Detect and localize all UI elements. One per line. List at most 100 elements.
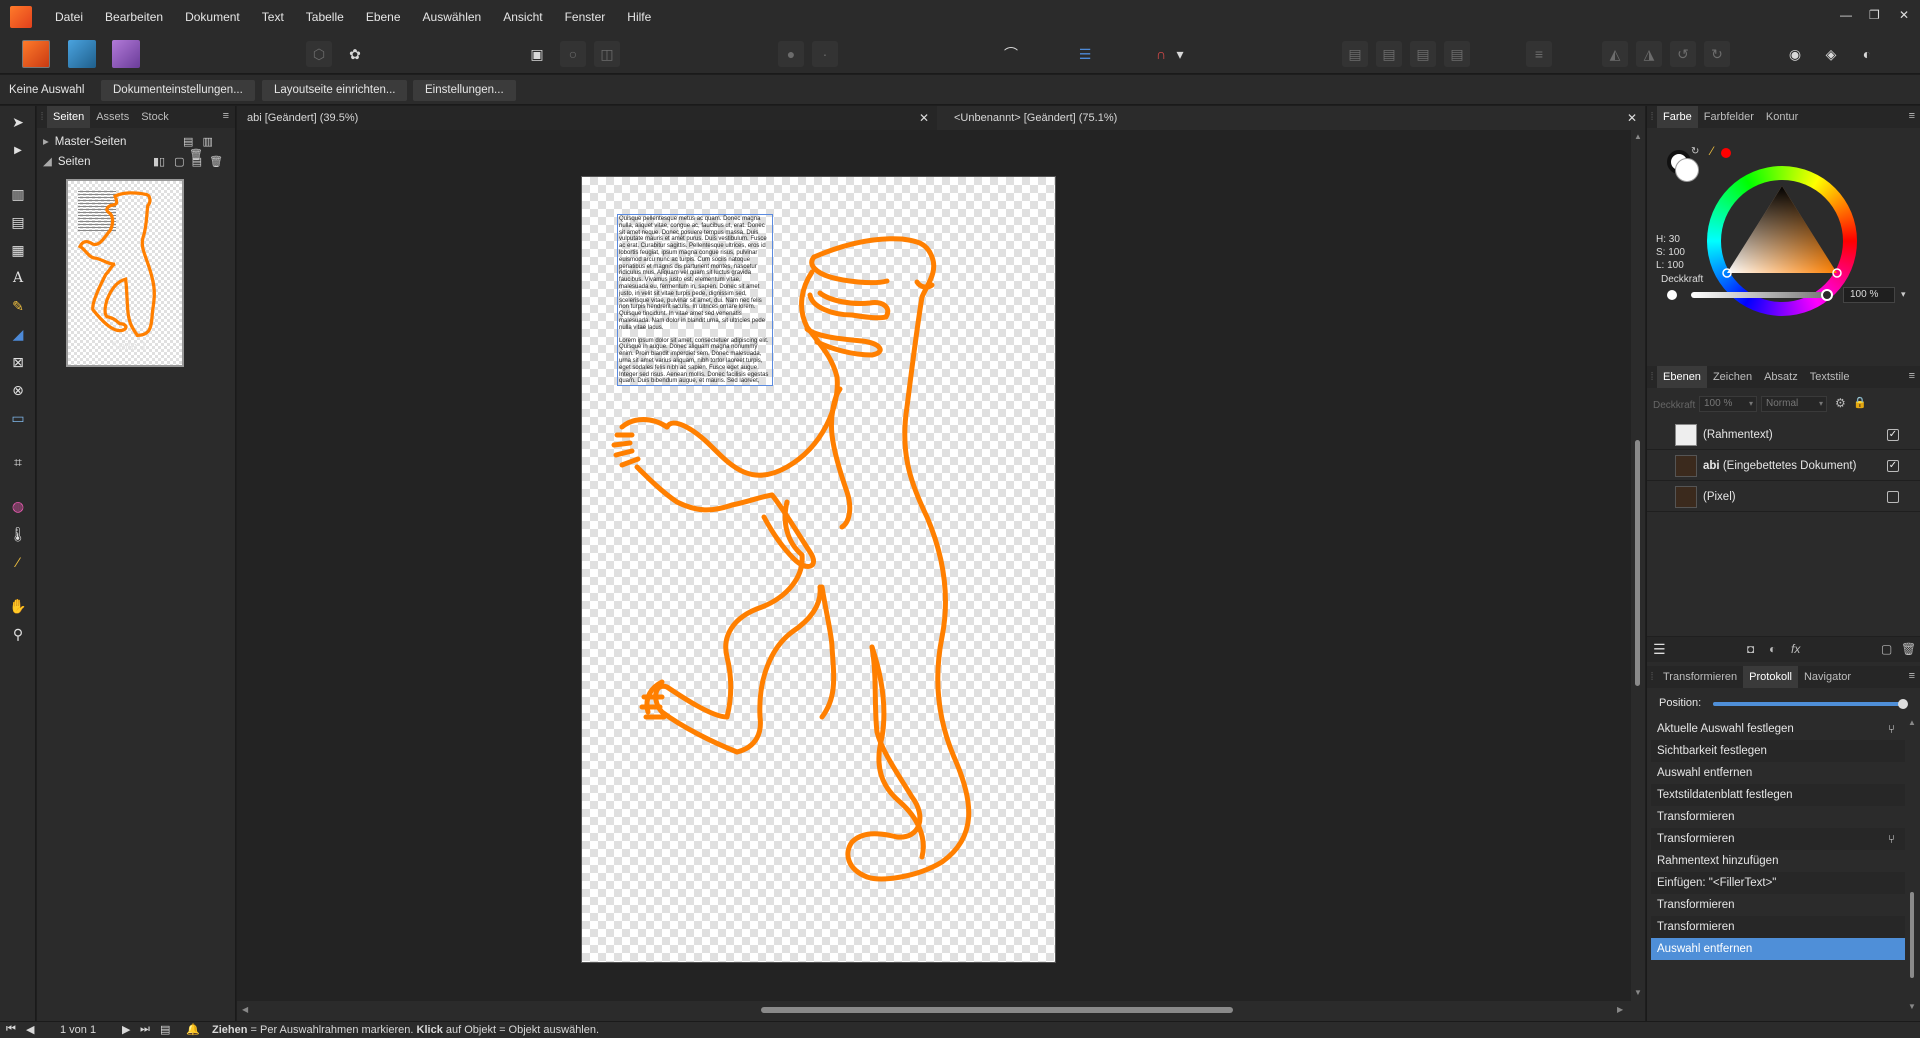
add-layer-icon[interactable]: ▢ <box>1881 642 1892 656</box>
snapping-magnet-icon[interactable]: ∩ <box>1148 41 1174 67</box>
arrange-forward-icon[interactable]: ▤ <box>1410 41 1436 67</box>
opacity-input[interactable]: 100 % <box>1843 287 1895 303</box>
layer-row[interactable]: abi (Eingebettetes Dokument) ✓ <box>1647 451 1920 481</box>
history-entry[interactable]: Transformieren <box>1651 916 1905 938</box>
frame-icon[interactable]: ◫ <box>594 41 620 67</box>
opacity-slider-handle[interactable] <box>1821 289 1833 301</box>
arrange-back-icon[interactable]: ▤ <box>1342 41 1368 67</box>
rotate-left-icon[interactable]: ↺ <box>1670 41 1696 67</box>
layer-visibility-checkbox[interactable]: ✓ <box>1887 460 1899 472</box>
photo-persona-icon[interactable] <box>112 40 140 68</box>
tab-kontur[interactable]: Kontur <box>1760 106 1804 128</box>
dot-icon[interactable]: · <box>812 41 838 67</box>
opacity-dropdown-icon[interactable]: ▾ <box>1901 289 1906 300</box>
menu-ebene[interactable]: Ebene <box>355 10 412 24</box>
layer-row[interactable]: (Pixel) <box>1647 482 1920 512</box>
panel-menu-icon[interactable]: ≡ <box>1909 110 1915 122</box>
opacity-slider[interactable] <box>1691 292 1827 298</box>
blend-mode-dropdown-icon[interactable]: ▾ <box>1819 397 1823 411</box>
rotate-right-icon[interactable]: ↻ <box>1704 41 1730 67</box>
tab-stock[interactable]: Stock <box>135 106 175 128</box>
delete-layer-icon[interactable]: 🗑 <box>1901 642 1916 656</box>
menu-fenster[interactable]: Fenster <box>554 10 617 24</box>
expand-chevron-icon[interactable]: ▸ <box>43 136 49 148</box>
minimize-button[interactable]: — <box>1840 8 1852 22</box>
assistant-icon[interactable]: ✿ <box>342 41 368 67</box>
panel-menu-icon[interactable]: ≡ <box>223 110 229 122</box>
tab-textstile[interactable]: Textstile <box>1804 366 1856 388</box>
adjustment-layer-icon[interactable]: ◐ <box>1769 642 1776 656</box>
baseline-grid-icon[interactable]: ☰ <box>1072 41 1098 67</box>
horizontal-scrollbar[interactable]: ◀ ▶ <box>237 1001 1645 1021</box>
designer-persona-icon[interactable] <box>68 40 96 68</box>
hand-tool-icon[interactable]: ✋ <box>8 596 28 616</box>
vertical-scrollbar[interactable]: ▲ ▼ <box>1631 130 1645 1001</box>
menu-tabelle[interactable]: Tabelle <box>295 10 355 24</box>
layer-settings-icon[interactable]: ⚙ <box>1835 396 1846 410</box>
fx-icon[interactable]: fx <box>1791 642 1800 656</box>
menu-bearbeiten[interactable]: Bearbeiten <box>94 10 174 24</box>
text-path-tool-icon[interactable]: ▤ <box>8 212 28 232</box>
document-tab-unnamed[interactable]: <Unbenannt> [Geändert] (75.1%) ✕ <box>944 106 1645 130</box>
scroll-down-icon[interactable]: ▼ <box>1908 1002 1916 1011</box>
pen-tool-icon[interactable]: ✎ <box>8 296 28 316</box>
spread-icon[interactable]: ▮▯ <box>153 156 165 168</box>
first-page-icon[interactable]: ⏮ <box>6 1023 16 1036</box>
history-entry[interactable]: Einfügen: "<FillerText>" <box>1651 872 1905 894</box>
history-entry-selected[interactable]: Auswahl entfernen <box>1651 938 1905 960</box>
arrange-backward-icon[interactable]: ▤ <box>1376 41 1402 67</box>
layer-visibility-checkbox[interactable] <box>1887 491 1899 503</box>
menu-datei[interactable]: Datei <box>44 10 94 24</box>
collapse-chevron-icon[interactable]: ◢ <box>43 156 52 168</box>
history-scrollbar[interactable]: ▲ ▼ <box>1907 718 1917 1014</box>
document-tab-abi[interactable]: abi [Geändert] (39.5%) ✕ <box>237 106 937 130</box>
layer-lock-icon[interactable]: 🔒 <box>1853 396 1867 409</box>
menu-dokument[interactable]: Dokument <box>174 10 251 24</box>
pin-icon[interactable]: ● <box>778 41 804 67</box>
history-scroll-thumb[interactable] <box>1910 892 1914 978</box>
document-settings-button[interactable]: Dokumenteinstellungen... <box>101 80 255 101</box>
panel-grip-icon[interactable]: ⁞ <box>1647 666 1657 688</box>
history-entry[interactable]: Textstildatenblatt festlegen <box>1651 784 1905 806</box>
layout-page-button[interactable]: Layoutseite einrichten... <box>262 80 408 101</box>
text-wrap-icon[interactable]: ⌒ <box>998 41 1024 67</box>
picture-frame-tool-icon[interactable]: ⊠ <box>8 352 28 372</box>
mask-layer-icon[interactable]: ◘ <box>1747 642 1754 656</box>
tab-ebenen[interactable]: Ebenen <box>1657 366 1707 388</box>
tab-assets[interactable]: Assets <box>90 106 135 128</box>
fill-tool-icon[interactable]: ◍ <box>8 496 28 516</box>
move-tool-icon[interactable]: ➤ <box>8 112 28 132</box>
notification-icon[interactable]: 🔔 <box>186 1023 200 1036</box>
history-position-handle[interactable] <box>1898 699 1908 709</box>
panel-grip-icon[interactable]: ⁞ <box>37 106 47 128</box>
last-page-icon[interactable]: ⏭ <box>140 1023 150 1036</box>
shape-tool-icon[interactable]: ◢ <box>8 324 28 344</box>
scroll-left-icon[interactable]: ◀ <box>242 1005 248 1014</box>
tab-protokoll[interactable]: Protokoll <box>1743 666 1798 688</box>
tab-absatz[interactable]: Absatz <box>1758 366 1804 388</box>
history-entry[interactable]: Rahmentext hinzufügen <box>1651 850 1905 872</box>
scroll-up-icon[interactable]: ▲ <box>1634 132 1642 141</box>
vertical-scroll-thumb[interactable] <box>1635 440 1640 686</box>
layer-visibility-checkbox[interactable]: ✓ <box>1887 429 1899 441</box>
tab-farbfelder[interactable]: Farbfelder <box>1698 106 1760 128</box>
snapping-dropdown-icon[interactable]: ▾ <box>1174 41 1186 67</box>
node-tool-icon[interactable]: ▶ <box>8 140 28 160</box>
frame-text-tool-icon[interactable]: ▥ <box>8 184 28 204</box>
add-page-icon[interactable]: ▢ <box>174 156 184 168</box>
blend-mode-select[interactable]: Normal ▾ <box>1761 396 1827 412</box>
scroll-right-icon[interactable]: ▶ <box>1617 1005 1623 1014</box>
panel-grip-icon[interactable]: ⁞ <box>1647 366 1657 388</box>
close-button[interactable]: ✕ <box>1899 8 1909 22</box>
history-position-slider[interactable] <box>1713 699 1908 709</box>
master-pages-row[interactable]: ▸ Master-Seiten <box>43 134 126 148</box>
eyedropper-icon[interactable]: ⁄ <box>1711 144 1713 158</box>
swap-colors-icon[interactable]: ↻ <box>1691 146 1699 157</box>
layer-row[interactable]: (Rahmentext) ✓ <box>1647 420 1920 450</box>
horizontal-scroll-thumb[interactable] <box>761 1007 1233 1013</box>
duplicate-page-icon[interactable]: ▤ <box>192 156 202 168</box>
boolean-intersect-icon[interactable]: ◐ <box>1854 41 1880 67</box>
preferences-button[interactable]: Einstellungen... <box>413 80 516 101</box>
place-image-icon[interactable]: ⬡ <box>306 41 332 67</box>
history-entry[interactable]: Sichtbarkeit festlegen <box>1651 740 1905 762</box>
